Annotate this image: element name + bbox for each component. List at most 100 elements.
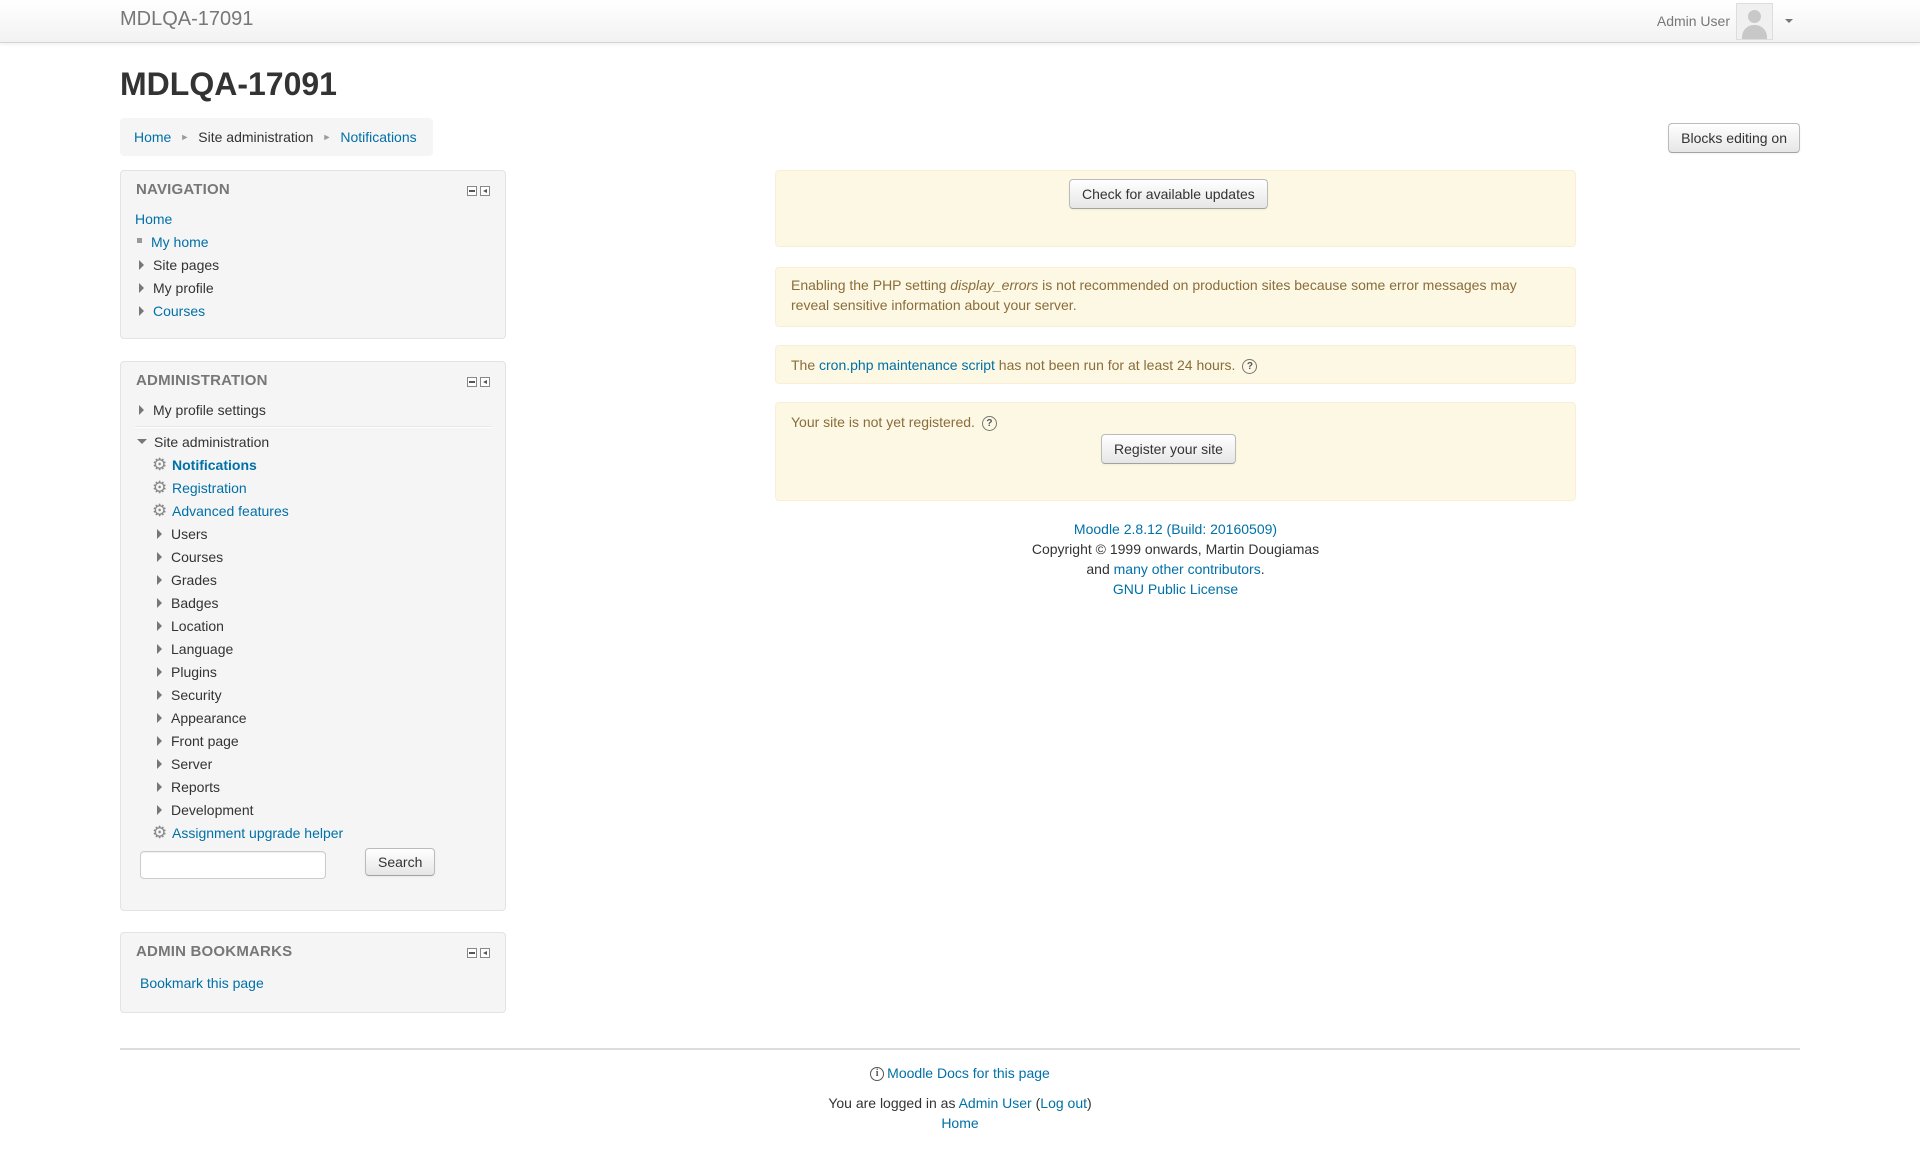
breadcrumb-home-link[interactable]: Home [134, 129, 171, 145]
admin-category-grades[interactable]: Grades [157, 572, 217, 588]
gear-icon: ⚙ [152, 823, 168, 842]
block-title: ADMINISTRATION [136, 372, 268, 389]
nav-site-pages-label: Site pages [153, 257, 220, 273]
admin-assignment-upgrade-helper-link[interactable]: Assignment upgrade helper [172, 825, 343, 841]
admin-item-notifications[interactable]: ⚙ Notifications [152, 455, 257, 474]
block-title: ADMIN BOOKMARKS [136, 943, 293, 960]
expand-arrow-icon[interactable] [139, 282, 144, 293]
gnu-license-link[interactable]: GNU Public License [1113, 581, 1238, 597]
hide-block-icon[interactable] [467, 948, 477, 958]
footer-home-link[interactable]: Home [941, 1115, 978, 1131]
help-icon[interactable]: ? [1242, 358, 1258, 374]
expand-arrow-icon[interactable] [157, 643, 162, 654]
admin-item-assignment-upgrade-helper[interactable]: ⚙ Assignment upgrade helper [152, 823, 343, 842]
hide-block-icon[interactable] [467, 186, 477, 196]
nav-courses-link[interactable]: Courses [153, 303, 205, 319]
expand-arrow-icon[interactable] [157, 689, 162, 700]
footer-divider [120, 1048, 1800, 1050]
breadcrumb-separator-icon: ► [180, 132, 190, 142]
nav-item-site-pages[interactable]: Site pages [139, 257, 219, 273]
expand-arrow-icon[interactable] [139, 305, 144, 316]
admin-category-front-page[interactable]: Front page [157, 733, 239, 749]
blocks-editing-on-button[interactable]: Blocks editing on [1668, 123, 1800, 153]
dock-block-icon[interactable] [480, 948, 490, 958]
admin-my-profile-settings-label: My profile settings [153, 402, 266, 418]
admin-category-language[interactable]: Language [157, 641, 233, 657]
admin-search-button[interactable]: Search [365, 848, 436, 876]
chevron-down-icon[interactable] [1785, 19, 1793, 23]
check-for-updates-button[interactable]: Check for available updates [1069, 179, 1268, 209]
expand-arrow-icon[interactable] [139, 259, 144, 270]
display-errors-alert: Enabling the PHP setting display_errors … [775, 267, 1576, 327]
collapse-arrow-icon[interactable] [137, 439, 147, 445]
expand-arrow-icon[interactable] [157, 597, 162, 608]
expand-arrow-icon[interactable] [157, 574, 162, 585]
user-menu[interactable]: Admin User [1657, 2, 1793, 40]
nav-my-home-link[interactable]: My home [151, 234, 209, 250]
nav-item-my-home[interactable]: My home [137, 234, 437, 250]
admin-category-reports[interactable]: Reports [157, 779, 220, 795]
admin-category-security[interactable]: Security [157, 687, 222, 703]
footer-home: Home [0, 1113, 1920, 1133]
nav-item-courses[interactable]: Courses [139, 303, 205, 319]
admin-registration-link[interactable]: Registration [172, 480, 247, 496]
cron-maintenance-script-link[interactable]: cron.php maintenance script [819, 357, 995, 373]
breadcrumb-notifications-link[interactable]: Notifications [340, 129, 416, 145]
expand-arrow-icon[interactable] [157, 804, 162, 815]
expand-arrow-icon[interactable] [139, 404, 144, 415]
logout-link[interactable]: Log out [1040, 1095, 1087, 1111]
expand-arrow-icon[interactable] [157, 781, 162, 792]
breadcrumb: Home ► Site administration ► Notificatio… [120, 118, 433, 156]
admin-item-site-administration[interactable]: Site administration [137, 434, 269, 450]
navigation-block: NAVIGATION Home My home Site pages My pr… [120, 170, 506, 339]
admin-category-development[interactable]: Development [157, 802, 254, 818]
dock-block-icon[interactable] [480, 186, 490, 196]
admin-bookmarks-block: ADMIN BOOKMARKS Bookmark this page [120, 932, 506, 1013]
admin-category-label: Badges [171, 595, 219, 611]
admin-category-badges[interactable]: Badges [157, 595, 218, 611]
admin-category-location[interactable]: Location [157, 618, 224, 634]
bookmark-this-page-link[interactable]: Bookmark this page [140, 975, 264, 991]
help-icon[interactable]: ? [981, 415, 997, 431]
admin-category-courses[interactable]: Courses [157, 549, 223, 565]
hide-block-icon[interactable] [467, 377, 477, 387]
nav-item-my-profile[interactable]: My profile [139, 280, 214, 296]
expand-arrow-icon[interactable] [157, 620, 162, 631]
expand-arrow-icon[interactable] [157, 712, 162, 723]
copyright-text: Copyright © 1999 onwards, Martin Dougiam… [1031, 541, 1320, 557]
cron-alert: The cron.php maintenance script has not … [775, 345, 1576, 384]
register-your-site-button[interactable]: Register your site [1101, 434, 1236, 464]
avatar[interactable] [1736, 2, 1773, 40]
nav-my-profile-label: My profile [153, 280, 214, 296]
expand-arrow-icon[interactable] [157, 666, 162, 677]
admin-search-input[interactable] [140, 851, 326, 879]
nav-home-link[interactable]: Home [135, 211, 172, 227]
expand-arrow-icon[interactable] [157, 735, 162, 746]
admin-category-plugins[interactable]: Plugins [157, 664, 217, 680]
admin-category-users[interactable]: Users [157, 526, 208, 542]
expand-arrow-icon[interactable] [157, 528, 162, 539]
admin-item-advanced-features[interactable]: ⚙ Advanced features [152, 502, 289, 519]
admin-site-administration-label: Site administration [154, 434, 270, 450]
admin-item-my-profile-settings[interactable]: My profile settings [139, 402, 266, 418]
moodle-version-link[interactable]: Moodle 2.8.12 (Build: 20160509) [1074, 521, 1277, 537]
contributors-link[interactable]: many other contributors [1114, 561, 1261, 577]
expand-arrow-icon[interactable] [157, 758, 162, 769]
admin-category-server[interactable]: Server [157, 756, 212, 772]
expand-arrow-icon[interactable] [157, 551, 162, 562]
site-brand-link[interactable]: MDLQA-17091 [120, 8, 253, 31]
info-icon: i [870, 1067, 885, 1082]
admin-advanced-features-link[interactable]: Advanced features [172, 503, 289, 519]
admin-category-appearance[interactable]: Appearance [157, 710, 247, 726]
admin-notifications-link[interactable]: Notifications [172, 457, 257, 473]
admin-category-label: Appearance [171, 710, 247, 726]
admin-item-registration[interactable]: ⚙ Registration [152, 479, 247, 496]
admin-category-label: Plugins [171, 664, 217, 680]
block-controls [467, 377, 490, 387]
user-menu-name[interactable]: Admin User [1657, 13, 1730, 29]
footer-login-info: You are logged in as Admin User (Log out… [828, 1095, 1092, 1111]
dock-block-icon[interactable] [480, 377, 490, 387]
footer-user-link[interactable]: Admin User [959, 1095, 1032, 1111]
gear-icon: ⚙ [152, 455, 168, 474]
moodle-docs-link[interactable]: Moodle Docs for this page [887, 1065, 1050, 1081]
